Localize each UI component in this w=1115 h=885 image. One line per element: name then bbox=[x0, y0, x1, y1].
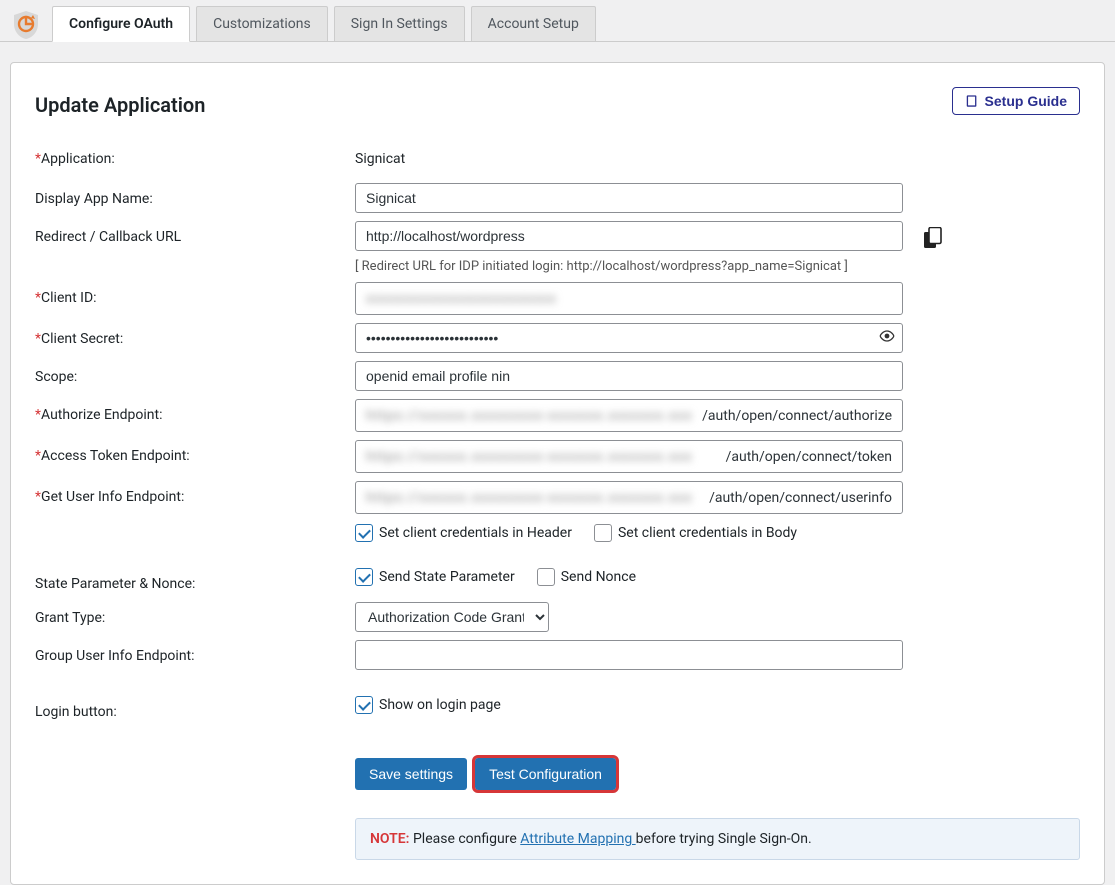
redirect-url-hint: [ Redirect URL for IDP initiated login: … bbox=[355, 259, 1080, 274]
label-grant-type: Grant Type: bbox=[35, 602, 355, 626]
setup-guide-label: Setup Guide bbox=[985, 93, 1067, 109]
label-token-endpoint: *Access Token Endpoint: bbox=[35, 440, 355, 464]
eye-icon bbox=[879, 328, 895, 344]
checkbox-send-nonce[interactable]: Send Nonce bbox=[537, 568, 636, 586]
book-icon bbox=[965, 94, 979, 108]
tab-configure-oauth[interactable]: Configure OAuth bbox=[52, 6, 190, 42]
plugin-logo-icon bbox=[10, 9, 42, 41]
tab-sign-in-settings[interactable]: Sign In Settings bbox=[334, 6, 465, 41]
scope-input[interactable] bbox=[355, 361, 903, 391]
checkbox-icon bbox=[355, 524, 373, 542]
attribute-mapping-link[interactable]: Attribute Mapping bbox=[520, 831, 635, 847]
checkbox-show-login[interactable]: Show on login page bbox=[355, 696, 501, 714]
label-display-app-name: Display App Name: bbox=[35, 183, 355, 207]
value-application: Signicat bbox=[355, 143, 1080, 175]
userinfo-endpoint-input[interactable]: https://xxxxxx.xxxxxxxxx-xxxxxxx.xxxxxxx… bbox=[355, 481, 903, 514]
label-authorize-endpoint: *Authorize Endpoint: bbox=[35, 399, 355, 423]
test-configuration-button[interactable]: Test Configuration bbox=[475, 758, 616, 790]
label-login-button: Login button: bbox=[35, 696, 355, 720]
token-endpoint-input[interactable]: https://xxxxxx.xxxxxxxxx-xxxxxxx.xxxxxxx… bbox=[355, 440, 903, 473]
copy-icon bbox=[923, 227, 943, 249]
setup-guide-button[interactable]: Setup Guide bbox=[952, 87, 1080, 115]
label-userinfo-endpoint: *Get User Info Endpoint: bbox=[35, 481, 355, 505]
save-settings-button[interactable]: Save settings bbox=[355, 758, 467, 790]
tab-account-setup[interactable]: Account Setup bbox=[471, 6, 596, 41]
note-label: NOTE: bbox=[370, 831, 409, 847]
client-id-input[interactable]: xxxxxxxxxxxxxxxxxxxxxxxx bbox=[355, 282, 903, 315]
checkbox-send-state[interactable]: Send State Parameter bbox=[355, 568, 515, 586]
checkbox-icon bbox=[594, 524, 612, 542]
copy-redirect-button[interactable] bbox=[923, 221, 943, 253]
tab-customizations[interactable]: Customizations bbox=[196, 6, 328, 41]
toggle-secret-visibility[interactable] bbox=[879, 328, 895, 348]
label-redirect-url: Redirect / Callback URL bbox=[35, 221, 355, 245]
label-group-userinfo: Group User Info Endpoint: bbox=[35, 640, 355, 664]
display-app-name-input[interactable] bbox=[355, 183, 903, 213]
checkbox-credentials-body[interactable]: Set client credentials in Body bbox=[594, 524, 797, 542]
authorize-endpoint-input[interactable]: https://xxxxxx.xxxxxxxxx-xxxxxxx.xxxxxxx… bbox=[355, 399, 903, 432]
label-scope: Scope: bbox=[35, 361, 355, 385]
label-application: *Application: bbox=[35, 143, 355, 167]
checkbox-icon bbox=[355, 568, 373, 586]
top-bar: Configure OAuth Customizations Sign In S… bbox=[0, 0, 1115, 42]
checkbox-credentials-header[interactable]: Set client credentials in Header bbox=[355, 524, 572, 542]
label-state-nonce: State Parameter & Nonce: bbox=[35, 568, 355, 592]
client-secret-input[interactable] bbox=[355, 323, 903, 353]
redirect-url-input[interactable] bbox=[355, 221, 903, 251]
page-title: Update Application bbox=[35, 93, 1080, 117]
label-client-id: *Client ID: bbox=[35, 282, 355, 306]
grant-type-select[interactable]: Authorization Code Grant bbox=[355, 602, 549, 632]
checkbox-icon bbox=[355, 696, 373, 714]
tab-bar: Configure OAuth Customizations Sign In S… bbox=[52, 6, 602, 41]
config-panel: Setup Guide Update Application *Applicat… bbox=[10, 62, 1105, 885]
note-box: NOTE: Please configure Attribute Mapping… bbox=[355, 818, 1080, 860]
checkbox-icon bbox=[537, 568, 555, 586]
group-userinfo-input[interactable] bbox=[355, 640, 903, 670]
label-client-secret: *Client Secret: bbox=[35, 323, 355, 347]
